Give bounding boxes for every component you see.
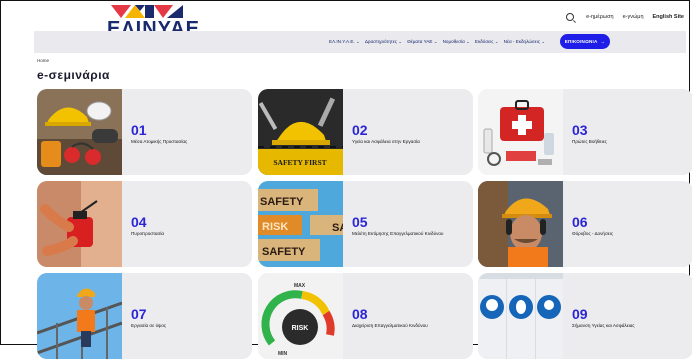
nav-item-topics[interactable]: Θέματα ΥΑΕ ⌄ xyxy=(407,39,438,45)
noise-vibration-image xyxy=(478,181,563,267)
card-number: 06 xyxy=(572,214,588,230)
nav-menu: ΕΛ.ΙΝ.Υ.Α.Ε. ⌄ Δραστηριότητες ⌄ Θέματα Υ… xyxy=(329,39,545,45)
ppe-image xyxy=(37,89,122,175)
card-label: Διαχείριση Επαγγελματικού Κινδύνου xyxy=(352,323,428,328)
card-number: 02 xyxy=(352,122,368,138)
seminar-card-08[interactable]: RISK MAX MIN 08 Διαχείριση Επαγγελματικο… xyxy=(258,273,473,359)
nav-item-activities[interactable]: Δραστηριότητες ⌄ xyxy=(365,39,402,45)
card-label: Μέσα Ατομικής Προστασίας xyxy=(131,139,188,144)
search-icon[interactable] xyxy=(566,13,575,21)
arrow-right-icon: → xyxy=(600,39,606,44)
breadcrumb[interactable]: Home xyxy=(37,58,49,63)
fire-protection-image xyxy=(37,181,122,267)
card-number: 04 xyxy=(131,214,147,230)
card-number: 05 xyxy=(352,214,368,230)
dial-max-label: MAX xyxy=(294,283,306,289)
risk-management-image: RISK MAX MIN xyxy=(258,273,343,359)
dial-risk-label: RISK xyxy=(292,325,309,332)
page-title: e-σεμινάρια xyxy=(37,68,110,82)
card-number: 08 xyxy=(352,306,368,322)
card-label: Πυροπροστασία xyxy=(131,231,165,236)
card-label: Μελέτη Εκτίμησης Επαγγελματικού Κινδύνου xyxy=(352,231,444,236)
card-number: 03 xyxy=(572,122,588,138)
card-label: Υγεία και Ασφάλεια στην Εργασία xyxy=(352,139,420,144)
nav-item-legislation[interactable]: Νομοθεσία ⌄ xyxy=(443,39,470,45)
seminar-card-04[interactable]: 04 Πυροπροστασία xyxy=(37,181,252,267)
utility-link-egnomi[interactable]: e-γνώμη xyxy=(623,14,644,20)
nav-item-news[interactable]: Νέα - Εκδηλώσεις ⌄ xyxy=(504,39,546,45)
contact-button-label: ΕΠΙΚΟΙΝΩΝΙΑ xyxy=(564,39,598,44)
utility-link-enimerosi[interactable]: e-ημέρωση xyxy=(586,14,613,20)
first-aid-image xyxy=(478,89,563,175)
nav-item-publications[interactable]: Εκδόσεις ⌄ xyxy=(475,39,499,45)
seminar-card-05[interactable]: SAFETY RISK SA SAFETY 05 Μελέτη Εκτίμηση… xyxy=(258,181,473,267)
card-label: Σήμανση Υγείας και Ασφάλειας xyxy=(572,323,635,328)
safety-first-image: SAFETY FIRST xyxy=(258,89,343,175)
safety-first-text: SAFETY FIRST xyxy=(273,158,326,167)
risk-assessment-image: SAFETY RISK SA SAFETY xyxy=(258,181,343,267)
safety-signs-image xyxy=(478,273,563,359)
seminar-card-06[interactable]: 06 Θόρυβος - Δονήσεις xyxy=(478,181,692,267)
nav-item-elinyae[interactable]: ΕΛ.ΙΝ.Υ.Α.Ε. ⌄ xyxy=(329,39,360,45)
svg-text:SA: SA xyxy=(332,222,343,234)
utility-bar: e-ημέρωση e-γνώμη English Site xyxy=(0,0,692,22)
seminar-card-03[interactable]: 03 Πρώτες Βοήθειες xyxy=(478,89,692,175)
seminar-card-07[interactable]: 07 Εργασία σε ύψος xyxy=(37,273,252,359)
sign-line-3: SAFETY xyxy=(262,246,306,258)
utility-link-english[interactable]: English Site xyxy=(653,14,684,20)
utility-links: e-ημέρωση e-γνώμη English Site xyxy=(566,13,684,21)
card-label: Εργασία σε ύψος xyxy=(131,323,167,328)
work-at-height-image xyxy=(37,273,122,359)
dial-min-label: MIN xyxy=(278,351,288,357)
card-label: Πρώτες Βοήθειες xyxy=(572,139,607,144)
card-label: Θόρυβος - Δονήσεις xyxy=(572,231,614,236)
sign-line-1: SAFETY xyxy=(260,196,304,208)
seminar-card-02[interactable]: SAFETY FIRST 02 Υγεία και Ασφάλεια στην … xyxy=(258,89,473,175)
card-number: 01 xyxy=(131,122,147,138)
contact-button[interactable]: ΕΠΙΚΟΙΝΩΝΙΑ → xyxy=(560,34,610,49)
seminar-card-09[interactable]: 09 Σήμανση Υγείας και Ασφάλειας xyxy=(478,273,692,359)
card-number: 09 xyxy=(572,306,588,322)
logo-shapes xyxy=(111,5,183,18)
card-number: 07 xyxy=(131,306,147,322)
main-nav: ΕΛ.ΙΝ.Υ.Α.Ε. ⌄ Δραστηριότητες ⌄ Θέματα Υ… xyxy=(34,31,686,53)
sign-line-2: RISK xyxy=(262,221,288,233)
seminar-card-01[interactable]: 01 Μέσα Ατομικής Προστασίας xyxy=(37,89,252,175)
